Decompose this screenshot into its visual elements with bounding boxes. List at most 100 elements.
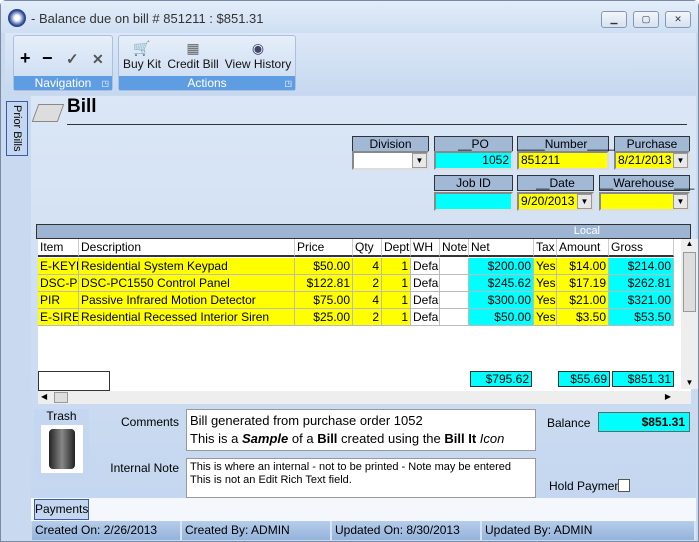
trash-button[interactable]: Trash bbox=[34, 409, 89, 479]
cell-net[interactable]: $200.00 bbox=[469, 258, 534, 275]
cell-net[interactable]: $300.00 bbox=[469, 292, 534, 309]
cell-wh[interactable]: Defau bbox=[411, 292, 440, 309]
tab-payments[interactable]: Payments bbox=[34, 499, 89, 520]
cell-qty[interactable]: 4 bbox=[353, 258, 382, 275]
cell-qty[interactable]: 4 bbox=[353, 292, 382, 309]
column-header-item[interactable]: Item bbox=[38, 239, 79, 257]
cell-qty[interactable]: 2 bbox=[353, 309, 382, 326]
purchase-date-field[interactable]: 8/21/2013 ▼ bbox=[614, 151, 690, 170]
window-title: - Balance due on bill # 851211 : $851.31 bbox=[31, 11, 264, 26]
cell-description[interactable]: Residential System Keypad bbox=[79, 258, 295, 275]
cell-amount[interactable]: $21.00 bbox=[557, 292, 609, 309]
chevron-down-icon[interactable]: ▼ bbox=[412, 153, 427, 168]
chevron-down-icon[interactable]: ▼ bbox=[673, 194, 688, 209]
close-icon: ✕ bbox=[92, 51, 104, 67]
cell-gross[interactable]: $53.50 bbox=[609, 309, 674, 326]
column-header-note[interactable]: Note bbox=[440, 239, 469, 257]
column-header-amount[interactable]: Amount bbox=[557, 239, 609, 257]
credit-bill-button[interactable]: ▦ Credit Bill bbox=[165, 40, 221, 71]
internal-note-field[interactable]: This is where an internal - not to be pr… bbox=[186, 458, 536, 498]
warehouse-select[interactable]: ▼ bbox=[599, 192, 690, 211]
cell-dept[interactable]: 1 bbox=[382, 309, 411, 326]
cell-price[interactable]: $50.00 bbox=[295, 258, 353, 275]
save-button[interactable]: ✓ bbox=[66, 50, 79, 68]
cell-net[interactable]: $50.00 bbox=[469, 309, 534, 326]
actions-caption: Actions bbox=[119, 76, 295, 90]
close-button[interactable]: ✕ bbox=[665, 11, 691, 28]
cell-net[interactable]: $245.62 bbox=[469, 275, 534, 292]
cell-qty[interactable]: 2 bbox=[353, 275, 382, 292]
chevron-down-icon[interactable]: ▼ bbox=[577, 194, 592, 209]
gross-total: $851.31 bbox=[612, 371, 674, 387]
comments-field[interactable]: Bill generated from purchase order 1052 … bbox=[186, 409, 536, 451]
cell-tax[interactable]: Yes bbox=[534, 292, 557, 309]
column-header-description[interactable]: Description bbox=[79, 239, 295, 257]
cell-gross[interactable]: $321.00 bbox=[609, 292, 674, 309]
job-id-field[interactable] bbox=[434, 192, 513, 211]
view-history-button[interactable]: ◉ View History bbox=[223, 40, 293, 71]
cell-amount[interactable]: $3.50 bbox=[557, 309, 609, 326]
buy-kit-button[interactable]: 🛒 Buy Kit bbox=[122, 40, 162, 71]
cell-price[interactable]: $25.00 bbox=[295, 309, 353, 326]
navigation-group: + − ✓ ✕ Navigation ◳ bbox=[13, 35, 113, 91]
prior-bills-tab[interactable]: Prior Bills bbox=[6, 101, 28, 156]
net-total: $795.62 bbox=[470, 371, 532, 387]
cell-note[interactable] bbox=[440, 309, 469, 326]
cell-item[interactable]: E-KEYP bbox=[38, 258, 79, 275]
column-header-price[interactable]: Price bbox=[295, 239, 353, 257]
item-total-cell bbox=[38, 371, 110, 391]
column-header-qty[interactable]: Qty bbox=[353, 239, 382, 257]
cell-wh[interactable]: Defau bbox=[411, 275, 440, 292]
cell-amount[interactable]: $17.19 bbox=[557, 275, 609, 292]
column-header-net[interactable]: Net bbox=[469, 239, 534, 257]
cancel-button[interactable]: ✕ bbox=[92, 51, 104, 68]
po-number-field[interactable]: 1052 bbox=[434, 151, 513, 170]
add-button[interactable]: + bbox=[20, 48, 31, 69]
cell-description[interactable]: Residential Recessed Interior Siren bbox=[79, 309, 295, 326]
cell-price[interactable]: $122.81 bbox=[295, 275, 353, 292]
balance-value: $851.31 bbox=[598, 412, 690, 432]
cell-item[interactable]: E-SIREN bbox=[38, 309, 79, 326]
cell-note[interactable] bbox=[440, 275, 469, 292]
cell-description[interactable]: DSC-PC1550 Control Panel bbox=[79, 275, 295, 292]
cell-dept[interactable]: 1 bbox=[382, 292, 411, 309]
number-field[interactable]: 851211 bbox=[517, 151, 609, 170]
cell-tax[interactable]: Yes bbox=[534, 258, 557, 275]
cell-note[interactable] bbox=[440, 292, 469, 309]
cell-gross[interactable]: $214.00 bbox=[609, 258, 674, 275]
division-select[interactable]: ▼ bbox=[352, 151, 429, 170]
delete-button[interactable]: − bbox=[42, 48, 53, 69]
column-header-gross[interactable]: Gross bbox=[609, 239, 674, 257]
cell-dept[interactable]: 1 bbox=[382, 275, 411, 292]
date-due-label: __Date Due__ bbox=[517, 175, 594, 204]
cell-amount[interactable]: $14.00 bbox=[557, 258, 609, 275]
horizontal-scrollbar[interactable]: ◀ ▶ bbox=[38, 391, 691, 404]
cell-gross[interactable]: $262.81 bbox=[609, 275, 674, 292]
cell-item[interactable]: DSC-PC bbox=[38, 275, 79, 292]
column-header-tax[interactable]: Tax bbox=[534, 239, 557, 257]
warehouse-label: __Warehouse___ bbox=[599, 175, 695, 191]
chevron-down-icon[interactable]: ▼ bbox=[673, 153, 688, 168]
cell-item[interactable]: PIR bbox=[38, 292, 79, 309]
dialog-launcher-icon[interactable]: ◳ bbox=[284, 79, 292, 88]
local-band: Local bbox=[36, 224, 691, 239]
cell-price[interactable]: $75.00 bbox=[295, 292, 353, 309]
hold-payment-checkbox[interactable] bbox=[618, 479, 630, 492]
cell-wh[interactable]: Defau bbox=[411, 309, 440, 326]
cell-dept[interactable]: 1 bbox=[382, 258, 411, 275]
dialog-launcher-icon[interactable]: ◳ bbox=[101, 79, 109, 88]
cell-wh[interactable]: Defau bbox=[411, 258, 440, 275]
cell-tax[interactable]: Yes bbox=[534, 309, 557, 326]
cell-tax[interactable]: Yes bbox=[534, 275, 557, 292]
cell-note[interactable] bbox=[440, 258, 469, 275]
app-icon bbox=[8, 9, 26, 27]
maximize-button[interactable]: ▢ bbox=[633, 11, 659, 28]
amount-total: $55.69 bbox=[558, 371, 610, 387]
balance-label: Balance bbox=[547, 416, 591, 430]
vertical-scrollbar[interactable]: ▲ ▼ bbox=[681, 239, 698, 389]
cell-description[interactable]: Passive Infrared Motion Detector bbox=[79, 292, 295, 309]
column-header-wh[interactable]: WH bbox=[411, 239, 440, 257]
date-due-field[interactable]: 9/20/2013 ▼ bbox=[517, 192, 594, 211]
minimize-button[interactable]: ▁ bbox=[601, 11, 627, 28]
column-header-dept[interactable]: Dept bbox=[382, 239, 411, 257]
